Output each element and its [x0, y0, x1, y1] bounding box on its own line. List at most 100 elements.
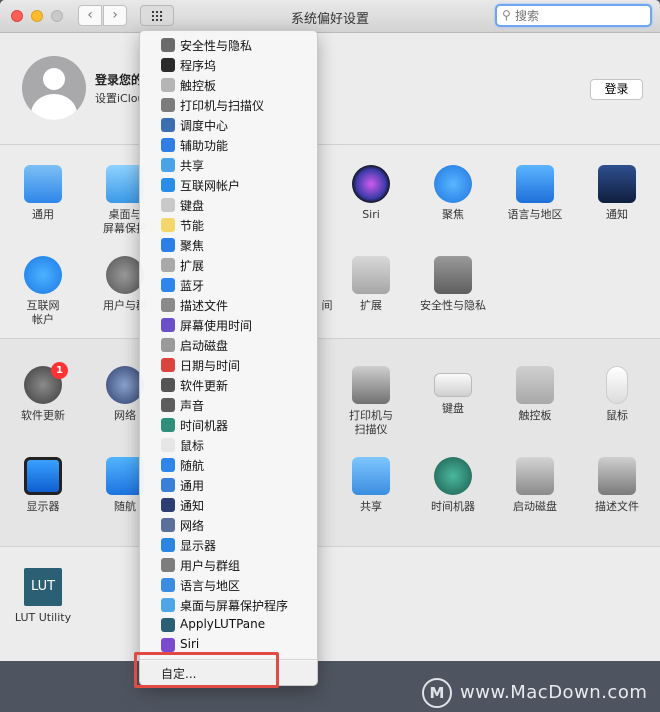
forward-button[interactable]: › — [103, 5, 127, 26]
menu-item[interactable]: 打印机与扫描仪 — [140, 95, 317, 115]
spotlight-icon — [434, 165, 472, 203]
menu-item[interactable]: 辅助功能 — [140, 135, 317, 155]
language-icon — [516, 165, 554, 203]
menu-item[interactable]: 共享 — [140, 155, 317, 175]
minimize-button[interactable] — [31, 10, 43, 22]
pane-icon — [161, 58, 175, 72]
pref-lut-utility[interactable]: LUT LUT Utility — [3, 568, 83, 625]
menu-item[interactable]: 通用 — [140, 475, 317, 495]
menu-item[interactable]: 网络 — [140, 515, 317, 535]
pref-startup-disk[interactable]: 启动磁盘 — [495, 457, 575, 514]
pref-profiles[interactable]: 描述文件 — [577, 457, 657, 514]
menu-item[interactable]: 程序坞 — [140, 55, 317, 75]
menu-item[interactable]: 通知 — [140, 495, 317, 515]
pref-language[interactable]: 语言与地区 — [495, 165, 575, 222]
menu-item[interactable]: 描述文件 — [140, 295, 317, 315]
menu-item-label: 随航 — [180, 459, 205, 473]
menu-item[interactable]: 扩展 — [140, 255, 317, 275]
pane-icon — [161, 178, 175, 192]
avatar[interactable] — [22, 56, 86, 120]
pref-siri[interactable]: Siri — [331, 165, 411, 222]
menu-item[interactable]: 鼠标 — [140, 435, 317, 455]
menu-item[interactable]: 软件更新 — [140, 375, 317, 395]
menu-item-label: 扩展 — [180, 259, 205, 273]
menu-item-label: 显示器 — [180, 539, 217, 553]
mouse-icon — [606, 366, 628, 404]
menu-item-label: ApplyLUTPane — [180, 617, 266, 631]
login-button[interactable]: 登录 — [590, 79, 643, 100]
menu-item[interactable]: 用户与群组 — [140, 555, 317, 575]
search-input[interactable] — [515, 8, 645, 24]
menu-item[interactable]: 显示器 — [140, 535, 317, 555]
menu-item[interactable]: 触控板 — [140, 75, 317, 95]
pref-extensions[interactable]: 扩展 — [331, 256, 411, 313]
search-icon: ⚲ — [502, 8, 511, 22]
menu-item-label: 语言与地区 — [180, 579, 241, 593]
menu-item[interactable]: ApplyLUTPane — [140, 615, 317, 635]
pane-icon — [161, 598, 175, 612]
pref-internet-accounts[interactable]: 互联网 帐户 — [3, 256, 83, 327]
pref-general[interactable]: 通用 — [3, 165, 83, 222]
general-icon — [24, 165, 62, 203]
menu-item[interactable]: 聚焦 — [140, 235, 317, 255]
menu-item[interactable]: 语言与地区 — [140, 575, 317, 595]
pref-security[interactable]: 安全性与隐私 — [413, 256, 493, 313]
pane-icon — [161, 258, 175, 272]
menu-item[interactable]: 桌面与屏幕保护程序 — [140, 595, 317, 615]
other-section — [0, 547, 660, 661]
profiles-icon — [598, 457, 636, 495]
menu-item[interactable]: 启动磁盘 — [140, 335, 317, 355]
watermark-text: www.MacDown.com — [460, 682, 648, 703]
menu-item-label: 声音 — [180, 399, 205, 413]
highlight-annotation — [134, 652, 279, 688]
keyboard-icon — [434, 373, 472, 397]
menu-item-label: 调度中心 — [180, 119, 229, 133]
menu-item[interactable]: 键盘 — [140, 195, 317, 215]
pref-time-machine[interactable]: 时间机器 — [413, 457, 493, 514]
pref-sharing[interactable]: 共享 — [331, 457, 411, 514]
pref-spotlight[interactable]: 聚焦 — [413, 165, 493, 222]
menu-item[interactable]: 互联网帐户 — [140, 175, 317, 195]
menu-item[interactable]: 日期与时间 — [140, 355, 317, 375]
pref-label: 安全性与隐私 — [420, 299, 486, 312]
menu-item[interactable]: 蓝牙 — [140, 275, 317, 295]
menu-item[interactable]: 屏幕使用时间 — [140, 315, 317, 335]
pref-trackpad[interactable]: 触控板 — [495, 366, 575, 423]
siri-icon — [352, 165, 390, 203]
menu-item[interactable]: 时间机器 — [140, 415, 317, 435]
menu-item[interactable]: 随航 — [140, 455, 317, 475]
menu-item-label: 安全性与隐私 — [180, 39, 253, 53]
search-field[interactable]: ⚲ — [495, 4, 652, 27]
pref-keyboard[interactable]: 键盘 — [413, 366, 493, 416]
menu-item-label: Siri — [180, 637, 200, 651]
menu-item-label: 启动磁盘 — [180, 339, 229, 353]
close-button[interactable] — [11, 10, 23, 22]
menu-item-label: 软件更新 — [180, 379, 229, 393]
pref-notifications[interactable]: 通知 — [577, 165, 657, 222]
show-all-button[interactable] — [140, 5, 174, 26]
zoom-button[interactable] — [51, 10, 63, 22]
menu-item[interactable]: 声音 — [140, 395, 317, 415]
extensions-icon — [352, 256, 390, 294]
window-title: 系统偏好设置 — [290, 12, 369, 27]
pane-icon — [161, 458, 175, 472]
pref-label: 聚焦 — [442, 208, 464, 221]
menu-item-label: 日期与时间 — [180, 359, 241, 373]
account-title: 登录您的 — [95, 73, 140, 87]
menu-item[interactable]: 安全性与隐私 — [140, 35, 317, 55]
menu-item[interactable]: 调度中心 — [140, 115, 317, 135]
pref-software-update[interactable]: 1 软件更新 — [3, 362, 83, 423]
pref-label: 打印机与 扫描仪 — [349, 409, 393, 436]
title-bar: ‹ › 系统偏好设置 ⚲ — [0, 0, 660, 33]
sharing-icon — [352, 457, 390, 495]
pref-display[interactable]: 显示器 — [3, 457, 83, 514]
menu-item[interactable]: 节能 — [140, 215, 317, 235]
pref-mouse[interactable]: 鼠标 — [577, 366, 657, 423]
pref-printer[interactable]: 打印机与 扫描仪 — [331, 366, 411, 437]
pane-icon — [161, 358, 175, 372]
pref-label: 语言与地区 — [507, 208, 563, 221]
back-button[interactable]: ‹ — [78, 5, 102, 26]
pref-label: 显示器 — [26, 500, 60, 513]
pane-icon — [161, 618, 175, 632]
pane-icon — [161, 38, 175, 52]
